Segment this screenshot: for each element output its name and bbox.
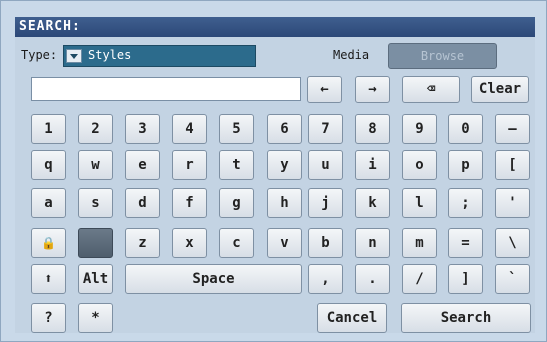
key-slash[interactable]: / bbox=[402, 264, 437, 294]
arrow-right-icon: → bbox=[368, 81, 377, 97]
key[interactable]: f bbox=[172, 188, 207, 218]
unused-key bbox=[78, 228, 113, 258]
key[interactable]: n bbox=[355, 228, 390, 258]
key[interactable]: h bbox=[267, 188, 302, 218]
search-window: SEARCH: Type: Styles Media Browse ← → ⌫ … bbox=[0, 0, 547, 342]
search-button[interactable]: Search bbox=[401, 303, 531, 333]
key[interactable]: ' bbox=[495, 188, 530, 218]
key[interactable]: 6 bbox=[267, 114, 302, 144]
key[interactable]: p bbox=[448, 150, 483, 180]
key[interactable]: \ bbox=[495, 228, 530, 258]
key[interactable]: [ bbox=[495, 150, 530, 180]
key[interactable]: a bbox=[31, 188, 66, 218]
media-label: Media bbox=[333, 48, 370, 62]
type-label: Type: bbox=[21, 48, 58, 62]
key[interactable]: x bbox=[172, 228, 207, 258]
cursor-left-button[interactable]: ← bbox=[307, 76, 342, 103]
arrow-left-icon: ← bbox=[320, 81, 329, 97]
key[interactable]: 7 bbox=[308, 114, 343, 144]
cursor-right-button[interactable]: → bbox=[355, 76, 390, 103]
key[interactable]: g bbox=[219, 188, 254, 218]
key[interactable]: q bbox=[31, 150, 66, 180]
key[interactable]: 9 bbox=[402, 114, 437, 144]
chevron-down-icon[interactable] bbox=[66, 49, 82, 63]
browse-button[interactable]: Browse bbox=[388, 43, 497, 69]
key[interactable]: 1 bbox=[31, 114, 66, 144]
alt-button[interactable]: Alt bbox=[78, 264, 113, 294]
key[interactable]: = bbox=[448, 228, 483, 258]
search-input[interactable] bbox=[31, 77, 301, 101]
key[interactable]: m bbox=[402, 228, 437, 258]
window-title: SEARCH: bbox=[15, 17, 535, 37]
key-comma[interactable]: , bbox=[308, 264, 343, 294]
key[interactable]: c bbox=[219, 228, 254, 258]
key[interactable]: 2 bbox=[78, 114, 113, 144]
key[interactable]: 8 bbox=[355, 114, 390, 144]
type-value: Styles bbox=[88, 48, 132, 62]
key[interactable]: z bbox=[125, 228, 160, 258]
key[interactable]: – bbox=[495, 114, 530, 144]
key[interactable]: ; bbox=[448, 188, 483, 218]
key-bracket-close[interactable]: ] bbox=[448, 264, 483, 294]
key[interactable]: v bbox=[267, 228, 302, 258]
backspace-icon: ⌫ bbox=[426, 81, 436, 97]
key[interactable]: 4 bbox=[172, 114, 207, 144]
key-period[interactable]: . bbox=[355, 264, 390, 294]
key[interactable]: 5 bbox=[219, 114, 254, 144]
key[interactable]: r bbox=[172, 150, 207, 180]
key[interactable]: o bbox=[402, 150, 437, 180]
key[interactable]: b bbox=[308, 228, 343, 258]
shift-button[interactable]: ⬆ bbox=[31, 264, 66, 294]
key[interactable]: s bbox=[78, 188, 113, 218]
key-question[interactable]: ? bbox=[31, 303, 66, 333]
key[interactable]: e bbox=[125, 150, 160, 180]
key[interactable]: w bbox=[78, 150, 113, 180]
key[interactable]: 3 bbox=[125, 114, 160, 144]
key[interactable]: d bbox=[125, 188, 160, 218]
key[interactable]: u bbox=[308, 150, 343, 180]
space-button[interactable]: Space bbox=[125, 264, 302, 294]
backspace-button[interactable]: ⌫ bbox=[402, 76, 460, 103]
key[interactable]: i bbox=[355, 150, 390, 180]
type-dropdown[interactable]: Styles bbox=[63, 45, 256, 67]
cancel-button[interactable]: Cancel bbox=[317, 303, 387, 333]
key-asterisk[interactable]: * bbox=[78, 303, 113, 333]
key[interactable]: l bbox=[402, 188, 437, 218]
caps-lock-button[interactable]: 🔒 bbox=[31, 228, 66, 258]
key[interactable]: 0 bbox=[448, 114, 483, 144]
clear-button[interactable]: Clear bbox=[471, 76, 529, 103]
lock-icon: 🔒 bbox=[41, 236, 56, 250]
key-backtick[interactable]: ` bbox=[495, 264, 530, 294]
key[interactable]: t bbox=[219, 150, 254, 180]
key[interactable]: k bbox=[355, 188, 390, 218]
key[interactable]: j bbox=[308, 188, 343, 218]
key[interactable]: y bbox=[267, 150, 302, 180]
shift-icon: ⬆ bbox=[44, 271, 53, 287]
